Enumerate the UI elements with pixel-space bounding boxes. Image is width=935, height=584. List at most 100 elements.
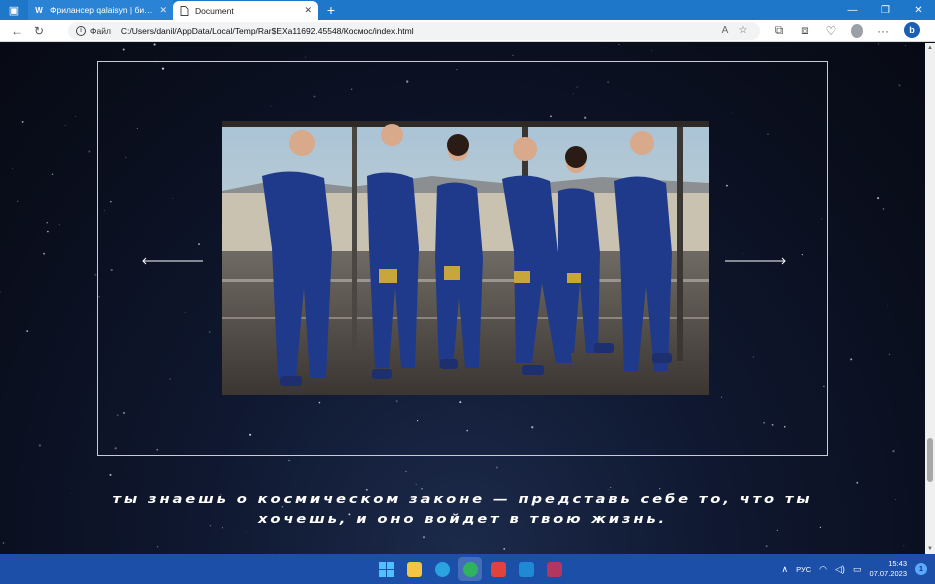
star — [0, 291, 1, 293]
star — [882, 208, 885, 210]
taskbar-winrar-button[interactable] — [542, 557, 566, 581]
minimize-icon[interactable]: — — [836, 0, 869, 20]
crew-photo — [222, 121, 709, 395]
restore-icon[interactable]: ❐ — [869, 0, 902, 20]
star — [604, 46, 606, 48]
star — [610, 486, 612, 488]
star — [46, 222, 48, 224]
more-menu-icon[interactable]: ··· — [872, 22, 894, 40]
star — [109, 473, 112, 476]
star — [415, 483, 417, 486]
star — [122, 48, 125, 51]
show-hidden-icons-icon[interactable]: ∧ — [782, 564, 789, 575]
star — [422, 536, 426, 539]
star — [903, 545, 905, 547]
refresh-icon[interactable]: ↻ — [28, 22, 50, 40]
close-window-icon[interactable]: ✕ — [902, 0, 935, 20]
split-screen-icon[interactable]: ⧉ — [768, 22, 790, 40]
tab-actions-icon[interactable]: ▣ — [0, 0, 28, 20]
window-controls: — ❐ ✕ — [836, 0, 935, 20]
slider-next-arrow-icon[interactable] — [725, 257, 787, 265]
slider-frame — [97, 61, 828, 456]
collections-icon[interactable]: ⧈ — [794, 22, 816, 40]
info-icon[interactable]: i — [76, 25, 86, 36]
star — [88, 150, 91, 153]
wifi-icon[interactable]: ◠ — [819, 564, 827, 575]
clock-time: 15:43 — [888, 559, 907, 568]
star — [11, 167, 13, 169]
star — [856, 481, 859, 484]
address-bar[interactable]: i Файл C:/Users/danil/AppData/Local/Temp… — [68, 21, 760, 40]
tagline-line-2: хочешь, и оно войдет в твою жизнь. — [258, 511, 667, 526]
tab-freelancer[interactable]: W Фрилансер qalaisyn | биржа фр ✕ — [28, 0, 173, 20]
star — [21, 120, 24, 123]
star — [850, 358, 853, 361]
close-tab-icon[interactable]: ✕ — [304, 5, 312, 16]
notification-badge[interactable]: 1 — [915, 563, 927, 575]
tab-document[interactable]: Document ✕ — [173, 1, 318, 20]
file-scheme-label: Файл — [90, 25, 111, 36]
star — [905, 45, 906, 46]
star — [898, 84, 901, 87]
toolbar-actions: ⧉ ⧈ ♡ ··· b — [768, 21, 920, 40]
read-aloud-icon[interactable]: A — [716, 25, 734, 36]
taskbar-edge-button[interactable] — [458, 557, 482, 581]
star — [878, 43, 880, 45]
page-viewport: ты знаешь о космическом законе — предста… — [0, 43, 925, 554]
slider-prev-arrow-icon[interactable] — [141, 257, 203, 265]
browser-tab-strip: ▣ W Фрилансер qalaisyn | биржа фр ✕ Docu… — [0, 0, 935, 20]
back-arrow-icon[interactable]: ← — [6, 22, 28, 40]
page-scrollbar[interactable]: ▲ ▼ — [925, 43, 935, 554]
telegram-icon — [434, 561, 450, 577]
url-text[interactable]: C:/Users/danil/AppData/Local/Temp/Rar$EX… — [121, 26, 716, 36]
star — [887, 305, 888, 307]
star — [58, 224, 60, 226]
star — [288, 459, 290, 462]
taskbar-telegram-button[interactable] — [430, 557, 454, 581]
scroll-thumb[interactable] — [927, 438, 933, 482]
star — [16, 200, 19, 203]
star — [75, 116, 77, 117]
system-tray: ∧ РУС ◠ ◁) ▭ 15:43 07.07.2023 1 — [782, 554, 927, 584]
clock-date: 07.07.2023 — [869, 569, 907, 578]
star — [47, 230, 49, 233]
star — [776, 529, 778, 532]
taskbar-apps — [374, 557, 566, 581]
star — [503, 548, 506, 550]
browser-essentials-icon[interactable]: ♡ — [820, 22, 842, 40]
document-icon — [179, 5, 189, 16]
favorite-star-icon[interactable]: ☆ — [734, 25, 752, 36]
app-red-icon — [490, 561, 506, 577]
star — [877, 197, 880, 200]
close-tab-icon[interactable]: ✕ — [159, 5, 167, 16]
scroll-up-icon[interactable]: ▲ — [925, 43, 935, 53]
taskbar-start-button[interactable] — [374, 557, 398, 581]
profile-avatar[interactable] — [846, 22, 868, 40]
star — [2, 542, 5, 544]
bing-chat-icon[interactable]: b — [904, 21, 920, 38]
volume-icon[interactable]: ◁) — [835, 564, 845, 575]
tab-title: Фрилансер qalaisyn | биржа фр — [50, 5, 153, 15]
star — [38, 444, 42, 447]
star — [892, 449, 895, 453]
new-tab-button[interactable]: + — [318, 0, 344, 20]
taskbar-app-red-button[interactable] — [486, 557, 510, 581]
scroll-down-icon[interactable]: ▼ — [925, 544, 935, 554]
star — [51, 173, 54, 175]
tagline-text: ты знаешь о космическом законе — предста… — [47, 489, 879, 529]
clock[interactable]: 15:43 07.07.2023 — [869, 559, 907, 579]
star — [651, 50, 653, 51]
language-indicator[interactable]: РУС — [796, 565, 811, 574]
battery-icon[interactable]: ▭ — [853, 564, 862, 575]
star — [888, 353, 891, 355]
star — [305, 56, 307, 58]
browser-toolbar: ← ↻ i Файл C:/Users/danil/AppData/Local/… — [0, 20, 935, 42]
taskbar-file-explorer-button[interactable] — [402, 557, 426, 581]
star — [512, 54, 514, 56]
winrar-icon — [546, 561, 562, 577]
star — [894, 499, 897, 501]
taskbar-vscode-button[interactable] — [514, 557, 538, 581]
star — [765, 545, 768, 548]
star — [26, 330, 29, 333]
edge-icon — [462, 561, 478, 577]
